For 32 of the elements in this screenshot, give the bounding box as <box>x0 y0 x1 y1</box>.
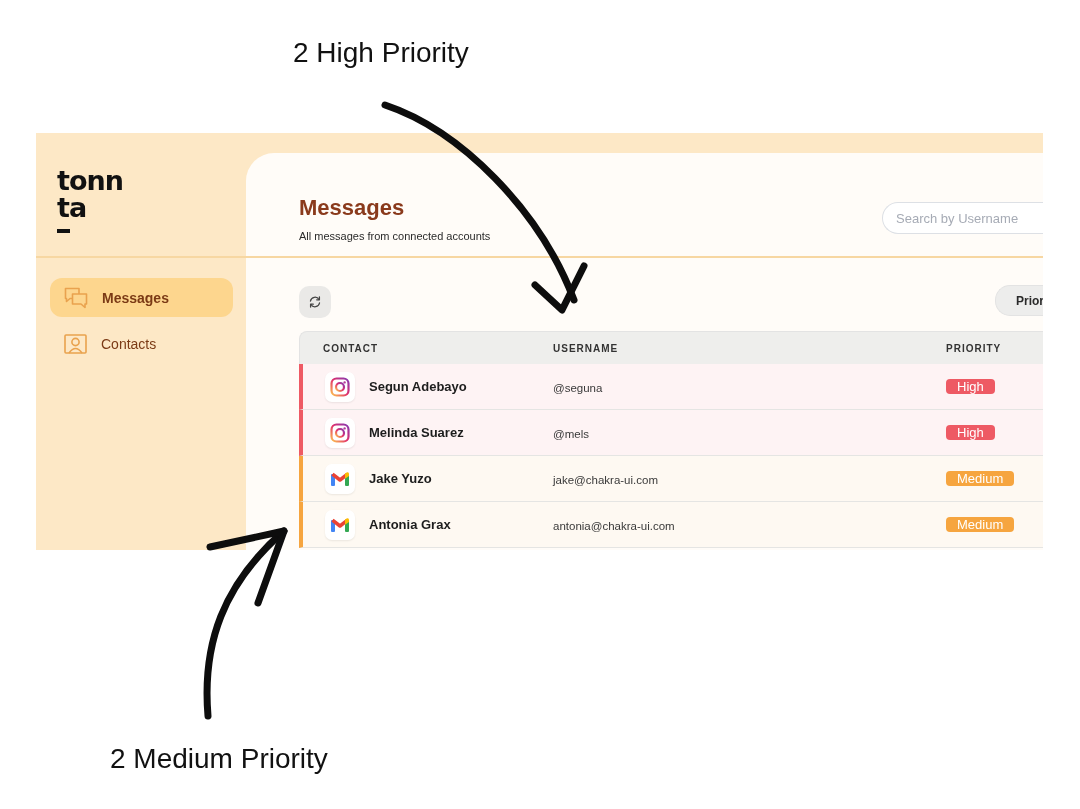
refresh-button[interactable] <box>299 286 331 318</box>
mail-icon <box>325 509 355 540</box>
contact-card-icon <box>64 333 87 354</box>
callout-text: 2 Medium Priority <box>110 742 328 776</box>
contact-name: Segun Adebayo <box>369 379 467 394</box>
nav-item[interactable]: Contacts <box>50 324 233 363</box>
camera-icon <box>325 417 355 448</box>
camera-icon <box>325 371 355 402</box>
contact-name: Antonia Grax <box>369 517 451 532</box>
username: jake@chakra-ui.com <box>553 473 658 486</box>
priority-tag: Medium <box>946 516 1015 532</box>
search-field[interactable]: Search by Username <box>882 202 1043 234</box>
page-subtitle: All messages from connected accounts <box>299 229 491 243</box>
username: @seguna <box>553 381 603 394</box>
chat-icon <box>64 286 88 309</box>
logo: tonn ta <box>57 167 123 233</box>
nav-item[interactable]: Messages <box>50 278 233 317</box>
column-header: USERNAME <box>553 342 619 354</box>
contact-name: Melinda Suarez <box>369 425 464 440</box>
page-title: Messages <box>299 195 405 221</box>
username: @mels <box>553 427 589 440</box>
priority-tag: Medium <box>946 470 1015 486</box>
refresh-icon <box>309 296 321 308</box>
callout-text: 2 High Priority <box>293 36 469 70</box>
username: antonia@chakra-ui.com <box>553 519 675 532</box>
priority-tag: High <box>946 378 995 394</box>
mail-icon <box>325 463 355 494</box>
contact-name: Jake Yuzo <box>369 471 432 486</box>
column-header: CONTACT <box>323 342 379 354</box>
priority-tag: High <box>946 424 995 440</box>
column-header: PRIORITY <box>946 342 1002 354</box>
sort-button[interactable]: Prior <box>995 285 1043 316</box>
